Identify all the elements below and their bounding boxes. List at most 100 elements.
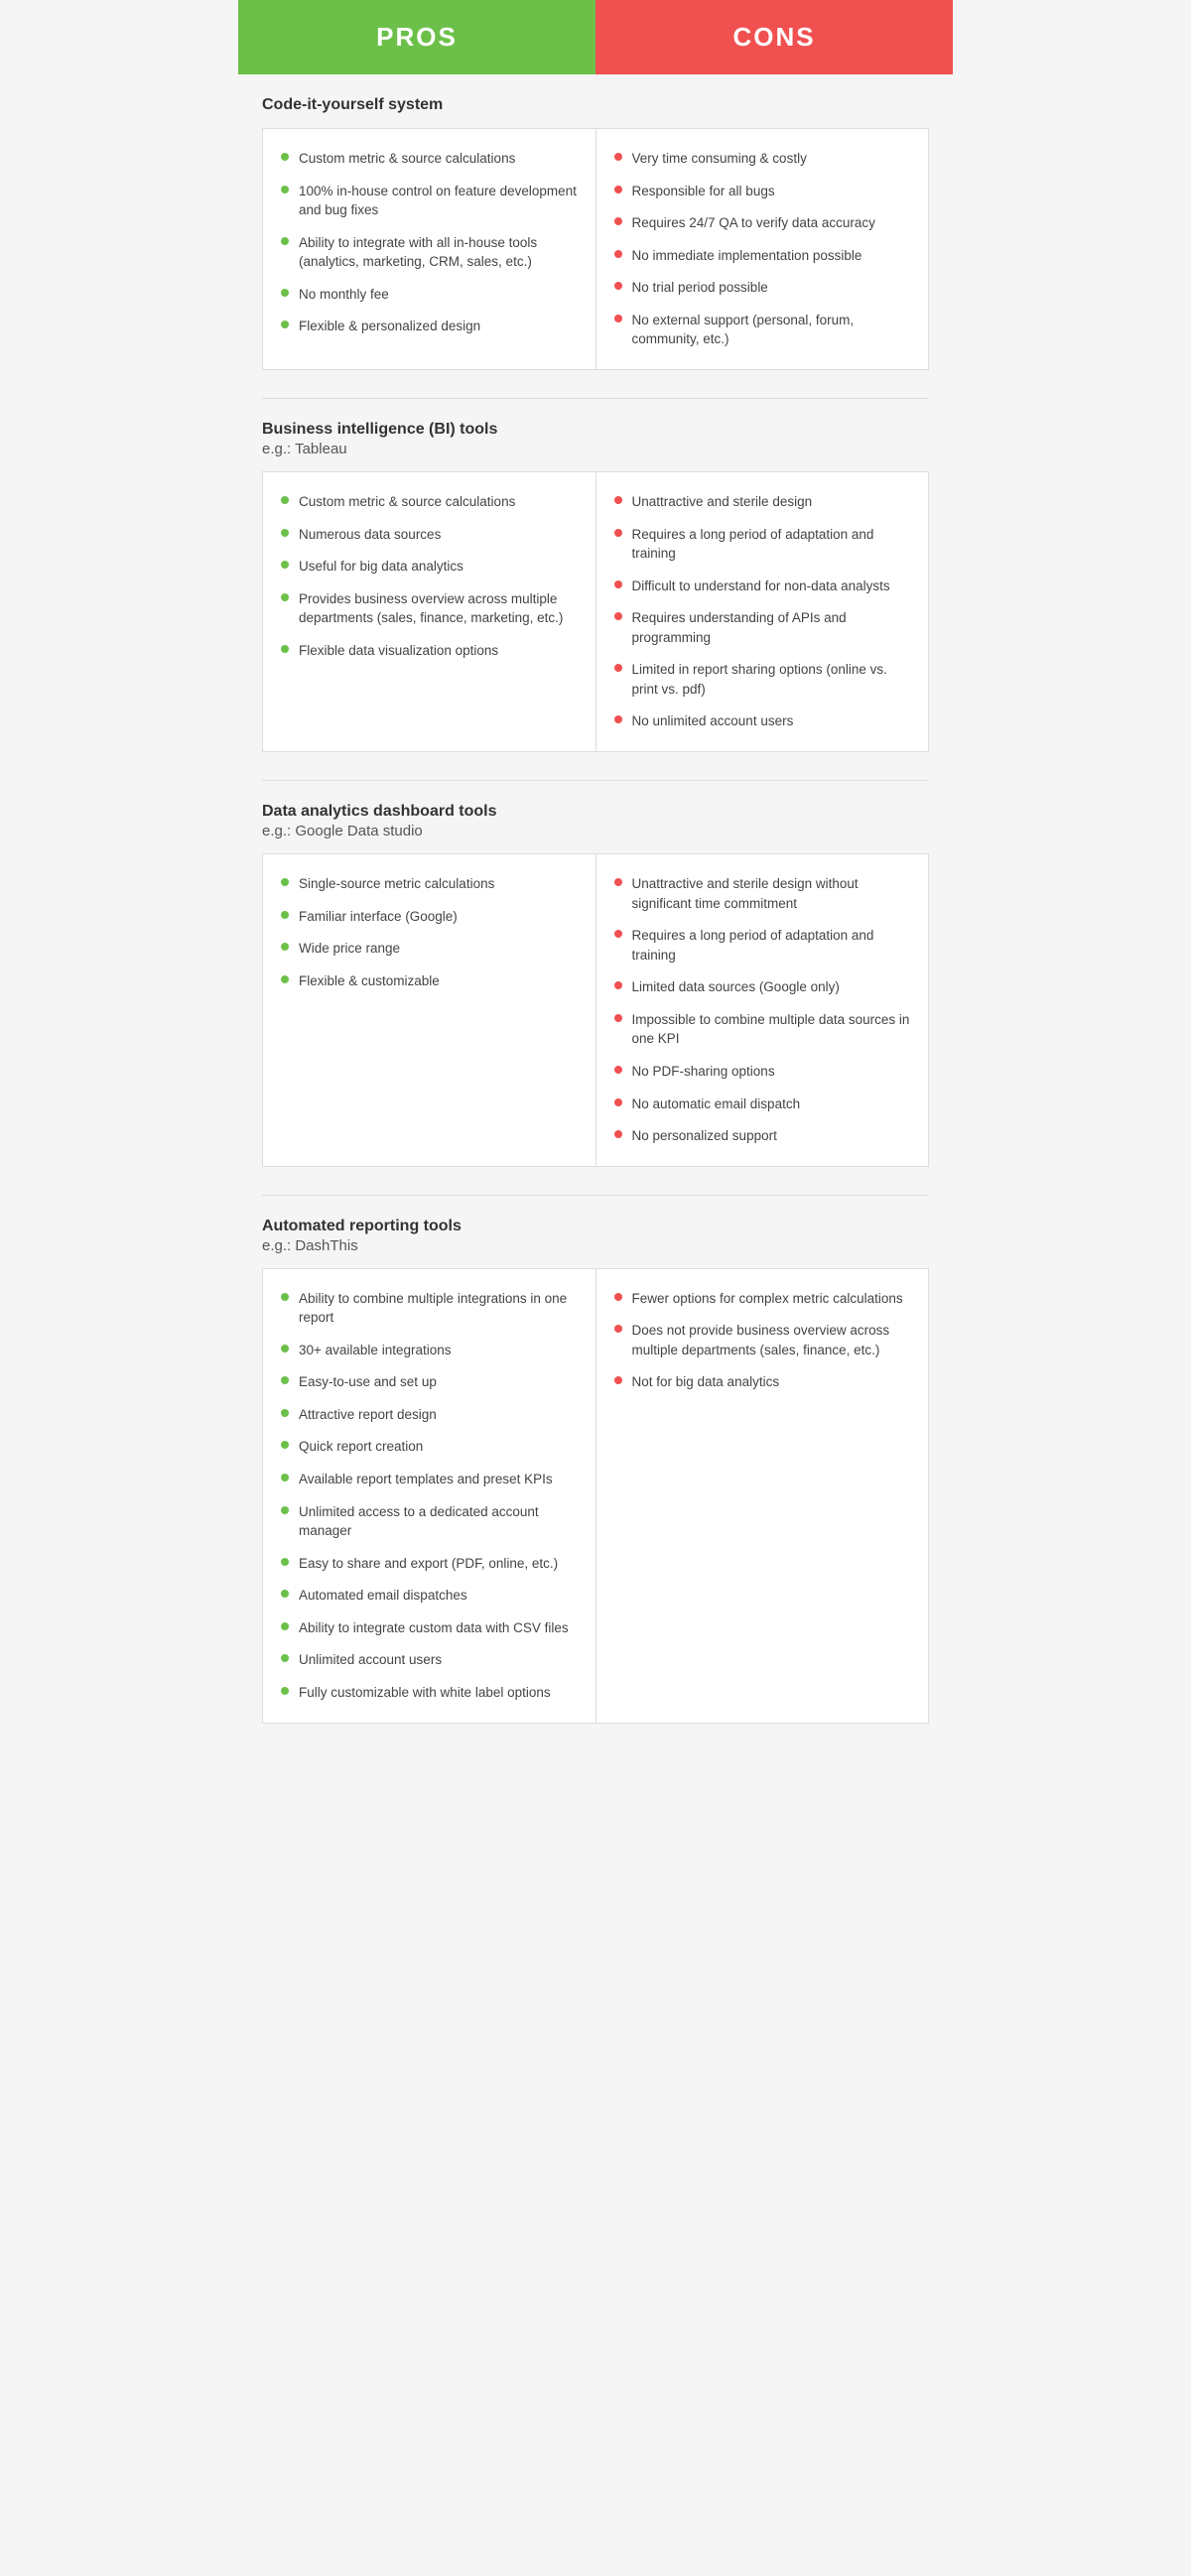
bullet-dot-red xyxy=(614,1130,622,1138)
list-item: Quick report creation xyxy=(281,1437,578,1457)
bullet-dot-red xyxy=(614,1325,622,1333)
list-item: Not for big data analytics xyxy=(614,1372,911,1392)
bullet-dot-red xyxy=(614,878,622,886)
bullet-text: Flexible & customizable xyxy=(299,971,440,991)
bullet-dot-red xyxy=(614,664,622,672)
list-item: Requires 24/7 QA to verify data accuracy xyxy=(614,213,911,233)
cons-col-data-analytics-dashboard: Unattractive and sterile design without … xyxy=(596,854,929,1166)
bullet-dot-green xyxy=(281,1590,289,1598)
list-item: Flexible & customizable xyxy=(281,971,578,991)
bullet-text: Not for big data analytics xyxy=(632,1372,780,1392)
bullet-text: Fully customizable with white label opti… xyxy=(299,1683,551,1703)
list-item: Automated email dispatches xyxy=(281,1586,578,1606)
bullet-dot-red xyxy=(614,981,622,989)
bullet-dot-green xyxy=(281,237,289,245)
list-item: Limited in report sharing options (onlin… xyxy=(614,660,911,699)
bullet-dot-green xyxy=(281,1409,289,1417)
list-item: No immediate implementation possible xyxy=(614,246,911,266)
list-item: 100% in-house control on feature develop… xyxy=(281,182,578,220)
list-item: No trial period possible xyxy=(614,278,911,298)
bullet-text: Unattractive and sterile design without … xyxy=(632,874,911,913)
bullet-text: Impossible to combine multiple data sour… xyxy=(632,1010,911,1049)
list-item: Limited data sources (Google only) xyxy=(614,977,911,997)
bullet-text: Requires a long period of adaptation and… xyxy=(632,525,911,564)
bullet-text: Flexible & personalized design xyxy=(299,317,480,336)
bullet-text: No monthly fee xyxy=(299,285,389,305)
bullet-text: Unlimited access to a dedicated account … xyxy=(299,1502,578,1541)
bullet-text: Familiar interface (Google) xyxy=(299,907,458,927)
bullet-dot-green xyxy=(281,975,289,983)
cons-header: CONS xyxy=(596,0,953,74)
sections-container: Code-it-yourself systemCustom metric & s… xyxy=(238,74,953,1751)
bullet-text: No automatic email dispatch xyxy=(632,1095,801,1114)
pros-header: PROS xyxy=(238,0,596,74)
bullet-text: Provides business overview across multip… xyxy=(299,589,578,628)
bullet-text: No PDF-sharing options xyxy=(632,1062,775,1082)
list-item: Ability to integrate with all in-house t… xyxy=(281,233,578,272)
section-bi-tools: Business intelligence (BI) toolse.g.: Ta… xyxy=(238,399,953,780)
bullet-text: Available report templates and preset KP… xyxy=(299,1470,553,1489)
list-item: Fewer options for complex metric calcula… xyxy=(614,1289,911,1309)
bullet-text: Easy-to-use and set up xyxy=(299,1372,437,1392)
section-subtitle-automated-reporting: e.g.: DashThis xyxy=(262,1237,929,1254)
bullet-dot-green xyxy=(281,645,289,653)
bullet-dot-green xyxy=(281,1293,289,1301)
list-item: Does not provide business overview acros… xyxy=(614,1321,911,1359)
list-item: Difficult to understand for non-data ana… xyxy=(614,577,911,596)
bullet-text: No external support (personal, forum, co… xyxy=(632,311,911,349)
list-item: Attractive report design xyxy=(281,1405,578,1425)
list-item: Ability to integrate custom data with CS… xyxy=(281,1618,578,1638)
list-item: Flexible & personalized design xyxy=(281,317,578,336)
bullet-dot-green xyxy=(281,529,289,537)
list-item: Custom metric & source calculations xyxy=(281,149,578,169)
bullet-dot-red xyxy=(614,1376,622,1384)
section-title-bi-tools: Business intelligence (BI) tools xyxy=(262,421,929,439)
bullet-text: Requires a long period of adaptation and… xyxy=(632,926,911,965)
bullet-dot-green xyxy=(281,321,289,328)
bullet-dot-green xyxy=(281,1654,289,1662)
list-item: Wide price range xyxy=(281,939,578,959)
bullet-text: Ability to integrate with all in-house t… xyxy=(299,233,578,272)
bullet-dot-green xyxy=(281,289,289,297)
bullet-text: Flexible data visualization options xyxy=(299,641,498,661)
list-item: Requires understanding of APIs and progr… xyxy=(614,608,911,647)
bullet-text: Unlimited account users xyxy=(299,1650,442,1670)
bullet-dot-red xyxy=(614,496,622,504)
bullet-dot-red xyxy=(614,1098,622,1106)
bullet-dot-green xyxy=(281,878,289,886)
bullet-dot-red xyxy=(614,715,622,723)
bullet-dot-green xyxy=(281,1622,289,1630)
pros-col-automated-reporting: Ability to combine multiple integrations… xyxy=(263,1269,596,1723)
cons-col-bi-tools: Unattractive and sterile design Requires … xyxy=(596,472,929,751)
bullet-text: Fewer options for complex metric calcula… xyxy=(632,1289,903,1309)
section-data-analytics-dashboard: Data analytics dashboard tools e.g.: Goog… xyxy=(238,781,953,1195)
page-header: PROS CONS xyxy=(238,0,953,74)
bullet-dot-green xyxy=(281,1376,289,1384)
bullet-dot-green xyxy=(281,153,289,161)
list-item: Unattractive and sterile design xyxy=(614,492,911,512)
list-item: Responsible for all bugs xyxy=(614,182,911,201)
section-subtitle-data-analytics-dashboard: e.g.: Google Data studio xyxy=(262,823,929,839)
bullet-dot-red xyxy=(614,250,622,258)
bullet-dot-green xyxy=(281,1687,289,1695)
bullet-dot-green xyxy=(281,496,289,504)
bullet-dot-green xyxy=(281,943,289,951)
list-item: Custom metric & source calculations xyxy=(281,492,578,512)
section-title-data-analytics-dashboard: Data analytics dashboard tools xyxy=(262,803,929,821)
bullet-dot-red xyxy=(614,930,622,938)
bullet-text: Requires understanding of APIs and progr… xyxy=(632,608,911,647)
bullet-text: Wide price range xyxy=(299,939,400,959)
bullet-text: Unattractive and sterile design xyxy=(632,492,813,512)
section-content-code-it-yourself: Custom metric & source calculations 100% … xyxy=(262,128,929,370)
list-item: Ability to combine multiple integrations… xyxy=(281,1289,578,1328)
bullet-dot-red xyxy=(614,1066,622,1074)
bullet-text: No unlimited account users xyxy=(632,711,794,731)
list-item: Very time consuming & costly xyxy=(614,149,911,169)
bullet-text: Automated email dispatches xyxy=(299,1586,467,1606)
bullet-dot-red xyxy=(614,315,622,322)
bullet-dot-red xyxy=(614,153,622,161)
bullet-dot-red xyxy=(614,529,622,537)
list-item: No personalized support xyxy=(614,1126,911,1146)
bullet-dot-green xyxy=(281,561,289,569)
list-item: Easy to share and export (PDF, online, e… xyxy=(281,1554,578,1574)
